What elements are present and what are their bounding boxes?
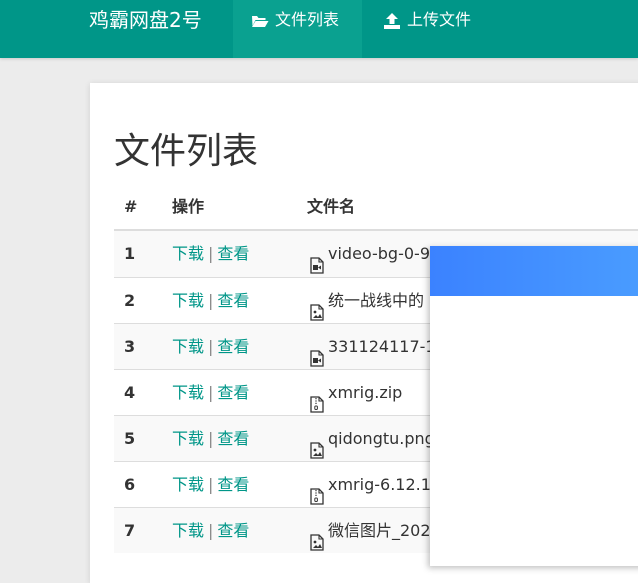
file-name-cell: qidongtu.png bbox=[310, 416, 435, 462]
file-name-cell: xmrig-6.12.1. bbox=[310, 462, 436, 508]
file-name-cell: 微信图片_202 bbox=[310, 508, 431, 554]
file-name-cell: 统一战线中的 bbox=[310, 278, 424, 324]
file-name-cell: 331124117-1 bbox=[310, 324, 436, 370]
row-actions: 下载 | 查看 bbox=[172, 462, 249, 508]
row-actions: 下载 | 查看 bbox=[172, 324, 249, 370]
action-separator: | bbox=[208, 521, 214, 540]
row-number: 1 bbox=[124, 244, 136, 263]
action-separator: | bbox=[208, 475, 214, 494]
brand-title[interactable]: 鸡霸网盘2号 bbox=[89, 0, 202, 40]
download-link[interactable]: 下载 bbox=[172, 475, 204, 494]
header-name: 文件名 bbox=[307, 197, 356, 216]
folder-open-icon bbox=[251, 8, 269, 32]
file-name: xmrig.zip bbox=[328, 383, 403, 402]
row-number: 4 bbox=[124, 383, 136, 402]
file-name: 微信图片_202 bbox=[328, 521, 431, 540]
zip-file-icon bbox=[310, 385, 324, 413]
file-name-cell: xmrig.zip bbox=[310, 370, 402, 416]
action-separator: | bbox=[208, 337, 214, 356]
page-title: 文件列表 bbox=[114, 131, 259, 172]
header-ops: 操作 bbox=[172, 197, 205, 216]
download-link[interactable]: 下载 bbox=[172, 521, 204, 540]
action-separator: | bbox=[208, 244, 214, 263]
view-link[interactable]: 查看 bbox=[217, 244, 249, 263]
row-number: 7 bbox=[124, 521, 136, 540]
video-file-icon bbox=[310, 339, 324, 367]
row-actions: 下载 | 查看 bbox=[172, 278, 249, 324]
nav-upload[interactable]: 上传文件 bbox=[381, 0, 471, 58]
row-actions: 下载 | 查看 bbox=[172, 370, 249, 416]
view-link[interactable]: 查看 bbox=[217, 383, 249, 402]
file-name: 统一战线中的 bbox=[328, 291, 425, 310]
file-name: video-bg-0-9a bbox=[328, 244, 440, 263]
download-link[interactable]: 下载 bbox=[172, 383, 204, 402]
top-navbar: 鸡霸网盘2号 文件列表 上传文件 bbox=[0, 0, 638, 58]
row-actions: 下载 | 查看 bbox=[172, 416, 249, 462]
file-name: xmrig-6.12.1. bbox=[328, 475, 436, 494]
action-separator: | bbox=[208, 291, 214, 310]
header-num: # bbox=[124, 197, 138, 216]
download-link[interactable]: 下载 bbox=[172, 429, 204, 448]
row-number: 3 bbox=[124, 337, 136, 356]
file-name: 331124117-1 bbox=[328, 337, 436, 356]
view-link[interactable]: 查看 bbox=[217, 521, 249, 540]
view-link[interactable]: 查看 bbox=[217, 475, 249, 494]
row-actions: 下载 | 查看 bbox=[172, 508, 249, 554]
view-link[interactable]: 查看 bbox=[217, 337, 249, 356]
overlay-header[interactable] bbox=[430, 246, 638, 296]
download-link[interactable]: 下载 bbox=[172, 291, 204, 310]
row-actions: 下载 | 查看 bbox=[172, 231, 249, 277]
action-separator: | bbox=[208, 383, 214, 402]
image-file-icon bbox=[310, 431, 324, 459]
zip-file-icon bbox=[310, 477, 324, 505]
row-number: 6 bbox=[124, 475, 136, 494]
nav-file-list-label: 文件列表 bbox=[275, 10, 340, 29]
image-file-icon bbox=[310, 293, 324, 321]
overlay-window[interactable] bbox=[430, 246, 638, 566]
view-link[interactable]: 查看 bbox=[217, 291, 249, 310]
video-file-icon bbox=[310, 246, 324, 274]
action-separator: | bbox=[208, 429, 214, 448]
upload-icon bbox=[383, 8, 401, 32]
view-link[interactable]: 查看 bbox=[217, 429, 249, 448]
image-file-icon bbox=[310, 523, 324, 551]
row-number: 5 bbox=[124, 429, 136, 448]
file-name-cell: video-bg-0-9a bbox=[310, 231, 440, 277]
nav-upload-label: 上传文件 bbox=[407, 10, 472, 29]
download-link[interactable]: 下载 bbox=[172, 244, 204, 263]
nav-file-list[interactable]: 文件列表 bbox=[233, 0, 362, 58]
download-link[interactable]: 下载 bbox=[172, 337, 204, 356]
row-number: 2 bbox=[124, 291, 136, 310]
file-name: qidongtu.png bbox=[328, 429, 435, 448]
table-header: # 操作 文件名 bbox=[114, 187, 638, 231]
